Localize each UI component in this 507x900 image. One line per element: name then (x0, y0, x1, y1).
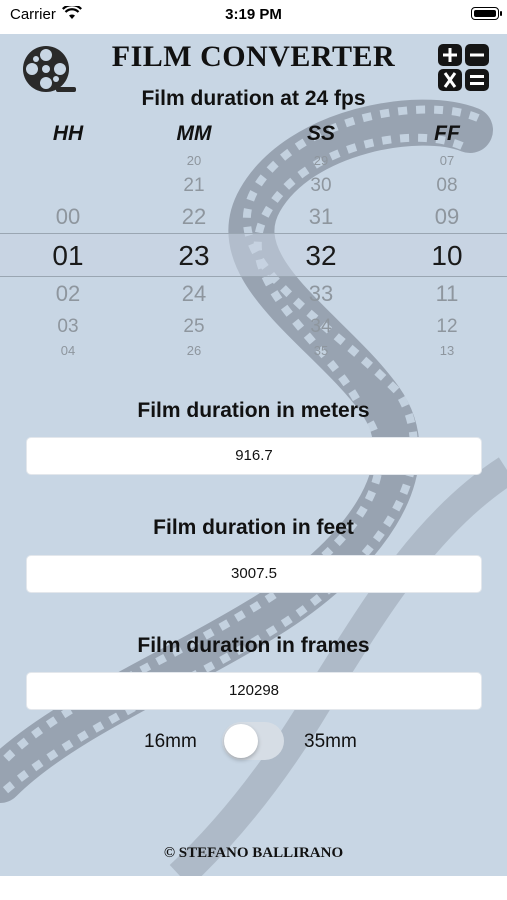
picker-item: 03 (57, 316, 79, 337)
feet-field[interactable]: 3007.5 (26, 555, 482, 593)
meters-label: Film duration in meters (137, 399, 370, 422)
picker-selected-ss[interactable]: 32 (281, 242, 361, 270)
picker-item: 09 (434, 204, 460, 229)
picker-selected-hh[interactable]: 01 (28, 242, 108, 270)
frames-field[interactable]: 120298 (26, 672, 482, 710)
column-header-ff: FF (434, 122, 460, 145)
picker-item: 29 (313, 153, 329, 168)
column-header-hh: HH (52, 122, 84, 145)
battery-icon (471, 7, 499, 20)
picker-item: 08 (436, 175, 458, 196)
picker-item: 12 (436, 316, 458, 337)
picker-item: 33 (308, 281, 334, 306)
clock: 3:19 PM (225, 6, 282, 23)
picker-item: 13 (439, 343, 455, 358)
battery-tip (500, 11, 502, 16)
status-bar: Carrier 3:19 PM (0, 0, 507, 34)
fps-subtitle: Film duration at 24 fps (141, 87, 366, 110)
column-header-mm: MM (176, 122, 212, 145)
gauge-35mm-label: 35mm (304, 731, 357, 752)
app-screen: Carrier 3:19 PM FILM CONVERTER Film dura… (0, 0, 507, 876)
meters-field[interactable]: 916.7 (26, 437, 482, 475)
picker-item: 25 (183, 316, 205, 337)
picker-item: 20 (186, 153, 202, 168)
copyright-footer: © STEFANO BALLIRANO (163, 845, 344, 861)
picker-item: 34 (310, 316, 332, 337)
picker-item: 04 (60, 343, 76, 358)
frames-label: Film duration in frames (137, 634, 370, 657)
calculator-icon[interactable] (438, 44, 490, 92)
picker-item: 02 (55, 281, 81, 306)
picker-selected-ff[interactable]: 10 (407, 242, 487, 270)
gauge-16mm-label: 16mm (144, 731, 197, 752)
picker-item: 30 (310, 175, 332, 196)
app-title: FILM CONVERTER (111, 40, 396, 73)
picker-item: 21 (183, 175, 205, 196)
picker-item: 07 (439, 153, 455, 168)
toggle-knob (224, 724, 258, 758)
picker-item: 35 (313, 343, 329, 358)
picker-item: 22 (181, 204, 207, 229)
picker-item: 11 (435, 281, 459, 306)
picker-bottom-divider (0, 276, 507, 277)
feet-label: Film duration in feet (153, 516, 354, 539)
picker-item: 26 (186, 343, 202, 358)
gauge-toggle[interactable] (222, 722, 284, 760)
column-header-ss: SS (306, 122, 335, 145)
picker-item: 00 (55, 204, 81, 229)
picker-item: 24 (181, 281, 207, 306)
picker-selected-mm[interactable]: 23 (154, 242, 234, 270)
picker-item: 31 (308, 204, 334, 229)
picker-top-divider (0, 233, 507, 234)
